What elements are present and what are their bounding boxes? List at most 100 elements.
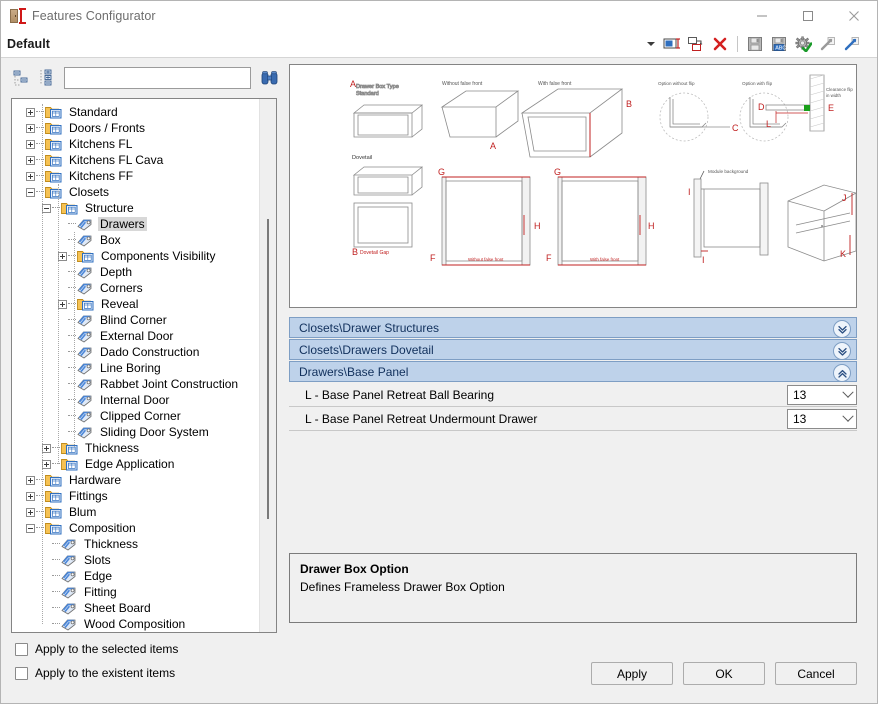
chevron-double-down-icon[interactable] bbox=[833, 320, 851, 338]
apply-button[interactable]: Apply bbox=[591, 662, 673, 685]
property-value-dropdown[interactable]: 13 bbox=[787, 408, 857, 429]
folder-icon bbox=[77, 249, 94, 263]
feature-tag-icon bbox=[77, 409, 93, 423]
tree-item[interactable]: Sheet Board bbox=[12, 600, 259, 616]
svg-text:Drawer Box Type: Drawer Box Type bbox=[356, 84, 399, 90]
tree-item-label: Kitchens FF bbox=[69, 169, 134, 183]
tree-item[interactable]: Fitting bbox=[12, 584, 259, 600]
export-icon[interactable] bbox=[816, 33, 838, 54]
tree-expander-icon[interactable] bbox=[26, 507, 35, 517]
tree-item-label: Thickness bbox=[85, 441, 140, 455]
feature-tree-panel: Standard Doors / Fronts Kitchens FL Kitchen… bbox=[11, 98, 277, 633]
tree-vertical-scrollbar[interactable] bbox=[259, 99, 276, 632]
tree-item[interactable]: Components Visibility bbox=[12, 248, 259, 264]
tree-item[interactable]: Closets bbox=[12, 184, 259, 200]
tree-expander-icon[interactable] bbox=[26, 187, 35, 197]
tree-item[interactable]: Wood Composition bbox=[12, 616, 259, 632]
property-value-dropdown[interactable]: 13 bbox=[787, 384, 857, 405]
chevron-down-icon[interactable] bbox=[644, 34, 658, 54]
chevron-double-up-icon[interactable] bbox=[833, 364, 851, 382]
tree-item[interactable]: Slots bbox=[12, 552, 259, 568]
tree-item[interactable]: Composition bbox=[12, 520, 259, 536]
feature-tag-icon bbox=[77, 377, 93, 391]
property-row: L - Base Panel Retreat Ball Bearing 13 bbox=[289, 383, 857, 407]
tree-expander-icon[interactable] bbox=[26, 155, 35, 165]
tree-expander-icon[interactable] bbox=[26, 123, 35, 133]
tree-item[interactable]: External Door bbox=[12, 328, 259, 344]
close-button[interactable] bbox=[831, 1, 877, 30]
tree-item[interactable]: Rabbet Joint Construction bbox=[12, 376, 259, 392]
tree-expander-icon[interactable] bbox=[26, 107, 35, 117]
cancel-button[interactable]: Cancel bbox=[775, 662, 857, 685]
section-header[interactable]: Drawers\Base Panel bbox=[289, 361, 857, 382]
dialog-footer: Apply to the selected items Apply to the … bbox=[1, 633, 877, 704]
tree-item[interactable]: Internal Door bbox=[12, 392, 259, 408]
tree-item[interactable]: Edge bbox=[12, 568, 259, 584]
tree-item[interactable]: Kitchens FL bbox=[12, 136, 259, 152]
feature-tag-icon bbox=[77, 393, 93, 407]
tree-item[interactable]: Drawers bbox=[12, 216, 259, 232]
copy-feature-icon[interactable] bbox=[685, 33, 707, 54]
expand-all-icon[interactable] bbox=[36, 67, 58, 89]
save-icon[interactable] bbox=[744, 33, 766, 54]
section-header[interactable]: Closets\Drawers Dovetail bbox=[289, 339, 857, 360]
svg-text:K: K bbox=[840, 249, 846, 259]
chevron-down-icon[interactable] bbox=[839, 410, 856, 428]
feature-tree[interactable]: Standard Doors / Fronts Kitchens FL Kitchen… bbox=[12, 99, 259, 632]
delete-feature-icon[interactable] bbox=[709, 33, 731, 54]
checkbox-row[interactable]: Apply to the existent items bbox=[15, 663, 178, 683]
folder-icon bbox=[45, 105, 62, 119]
tree-item[interactable]: Kitchens FL Cava bbox=[12, 152, 259, 168]
tree-item[interactable]: Sliding Door System bbox=[12, 424, 259, 440]
tree-item[interactable]: Thickness bbox=[12, 440, 259, 456]
tree-item[interactable]: Clipped Corner bbox=[12, 408, 259, 424]
tree-item[interactable]: Standard bbox=[12, 104, 259, 120]
svg-text:Module background: Module background bbox=[708, 169, 749, 174]
checkbox-row[interactable]: Apply to the selected items bbox=[15, 639, 178, 659]
tree-scrollbar-thumb[interactable] bbox=[267, 219, 269, 519]
tree-search-input[interactable] bbox=[64, 67, 251, 89]
tree-item[interactable]: Dado Construction bbox=[12, 344, 259, 360]
import-icon[interactable] bbox=[840, 33, 862, 54]
minimize-button[interactable] bbox=[739, 1, 785, 30]
ok-button[interactable]: OK bbox=[683, 662, 765, 685]
tree-expander-icon[interactable] bbox=[26, 171, 35, 181]
tree-item[interactable]: Edge Application bbox=[12, 456, 259, 472]
tree-item-label: Clipped Corner bbox=[100, 409, 181, 423]
tree-item[interactable]: Reveal bbox=[12, 296, 259, 312]
tree-item[interactable]: Fittings bbox=[12, 488, 259, 504]
settings-apply-icon[interactable] bbox=[792, 33, 814, 54]
feature-tag-icon bbox=[61, 617, 77, 631]
tree-expander-icon[interactable] bbox=[26, 491, 35, 501]
tree-item[interactable]: Line Boring bbox=[12, 360, 259, 376]
chevron-double-down-icon[interactable] bbox=[833, 342, 851, 360]
tree-item[interactable]: Doors / Fronts bbox=[12, 120, 259, 136]
chevron-down-icon[interactable] bbox=[839, 386, 856, 404]
checkbox-input[interactable] bbox=[15, 666, 28, 680]
tree-item[interactable]: Structure bbox=[12, 200, 259, 216]
checkbox-input[interactable] bbox=[15, 642, 28, 656]
tree-item-label: Rabbet Joint Construction bbox=[100, 377, 239, 391]
tree-item[interactable]: Kitchens FF bbox=[12, 168, 259, 184]
tree-expander-icon[interactable] bbox=[26, 139, 35, 149]
find-binoculars-icon[interactable] bbox=[257, 67, 283, 89]
tree-expander-icon[interactable] bbox=[26, 475, 35, 485]
tree-item[interactable]: Blum bbox=[12, 504, 259, 520]
tree-expander-icon[interactable] bbox=[26, 523, 35, 533]
collapse-all-icon[interactable] bbox=[11, 67, 33, 89]
tree-item[interactable]: Corners bbox=[12, 280, 259, 296]
feature-tag-icon bbox=[61, 585, 77, 599]
tree-connector bbox=[52, 543, 60, 545]
rename-feature-icon[interactable] bbox=[661, 33, 683, 54]
tree-connector bbox=[52, 575, 60, 577]
tree-item[interactable]: Blind Corner bbox=[12, 312, 259, 328]
tree-item[interactable]: Thickness bbox=[12, 536, 259, 552]
tree-item[interactable]: Depth bbox=[12, 264, 259, 280]
tree-item-label: Sliding Door System bbox=[100, 425, 209, 439]
save-as-icon[interactable]: ABC bbox=[768, 33, 790, 54]
maximize-button[interactable] bbox=[785, 1, 831, 30]
section-header[interactable]: Closets\Drawer Structures bbox=[289, 317, 857, 338]
tree-item[interactable]: Box bbox=[12, 232, 259, 248]
tree-item[interactable]: Hardware bbox=[12, 472, 259, 488]
right-pane-spacer bbox=[289, 431, 857, 553]
